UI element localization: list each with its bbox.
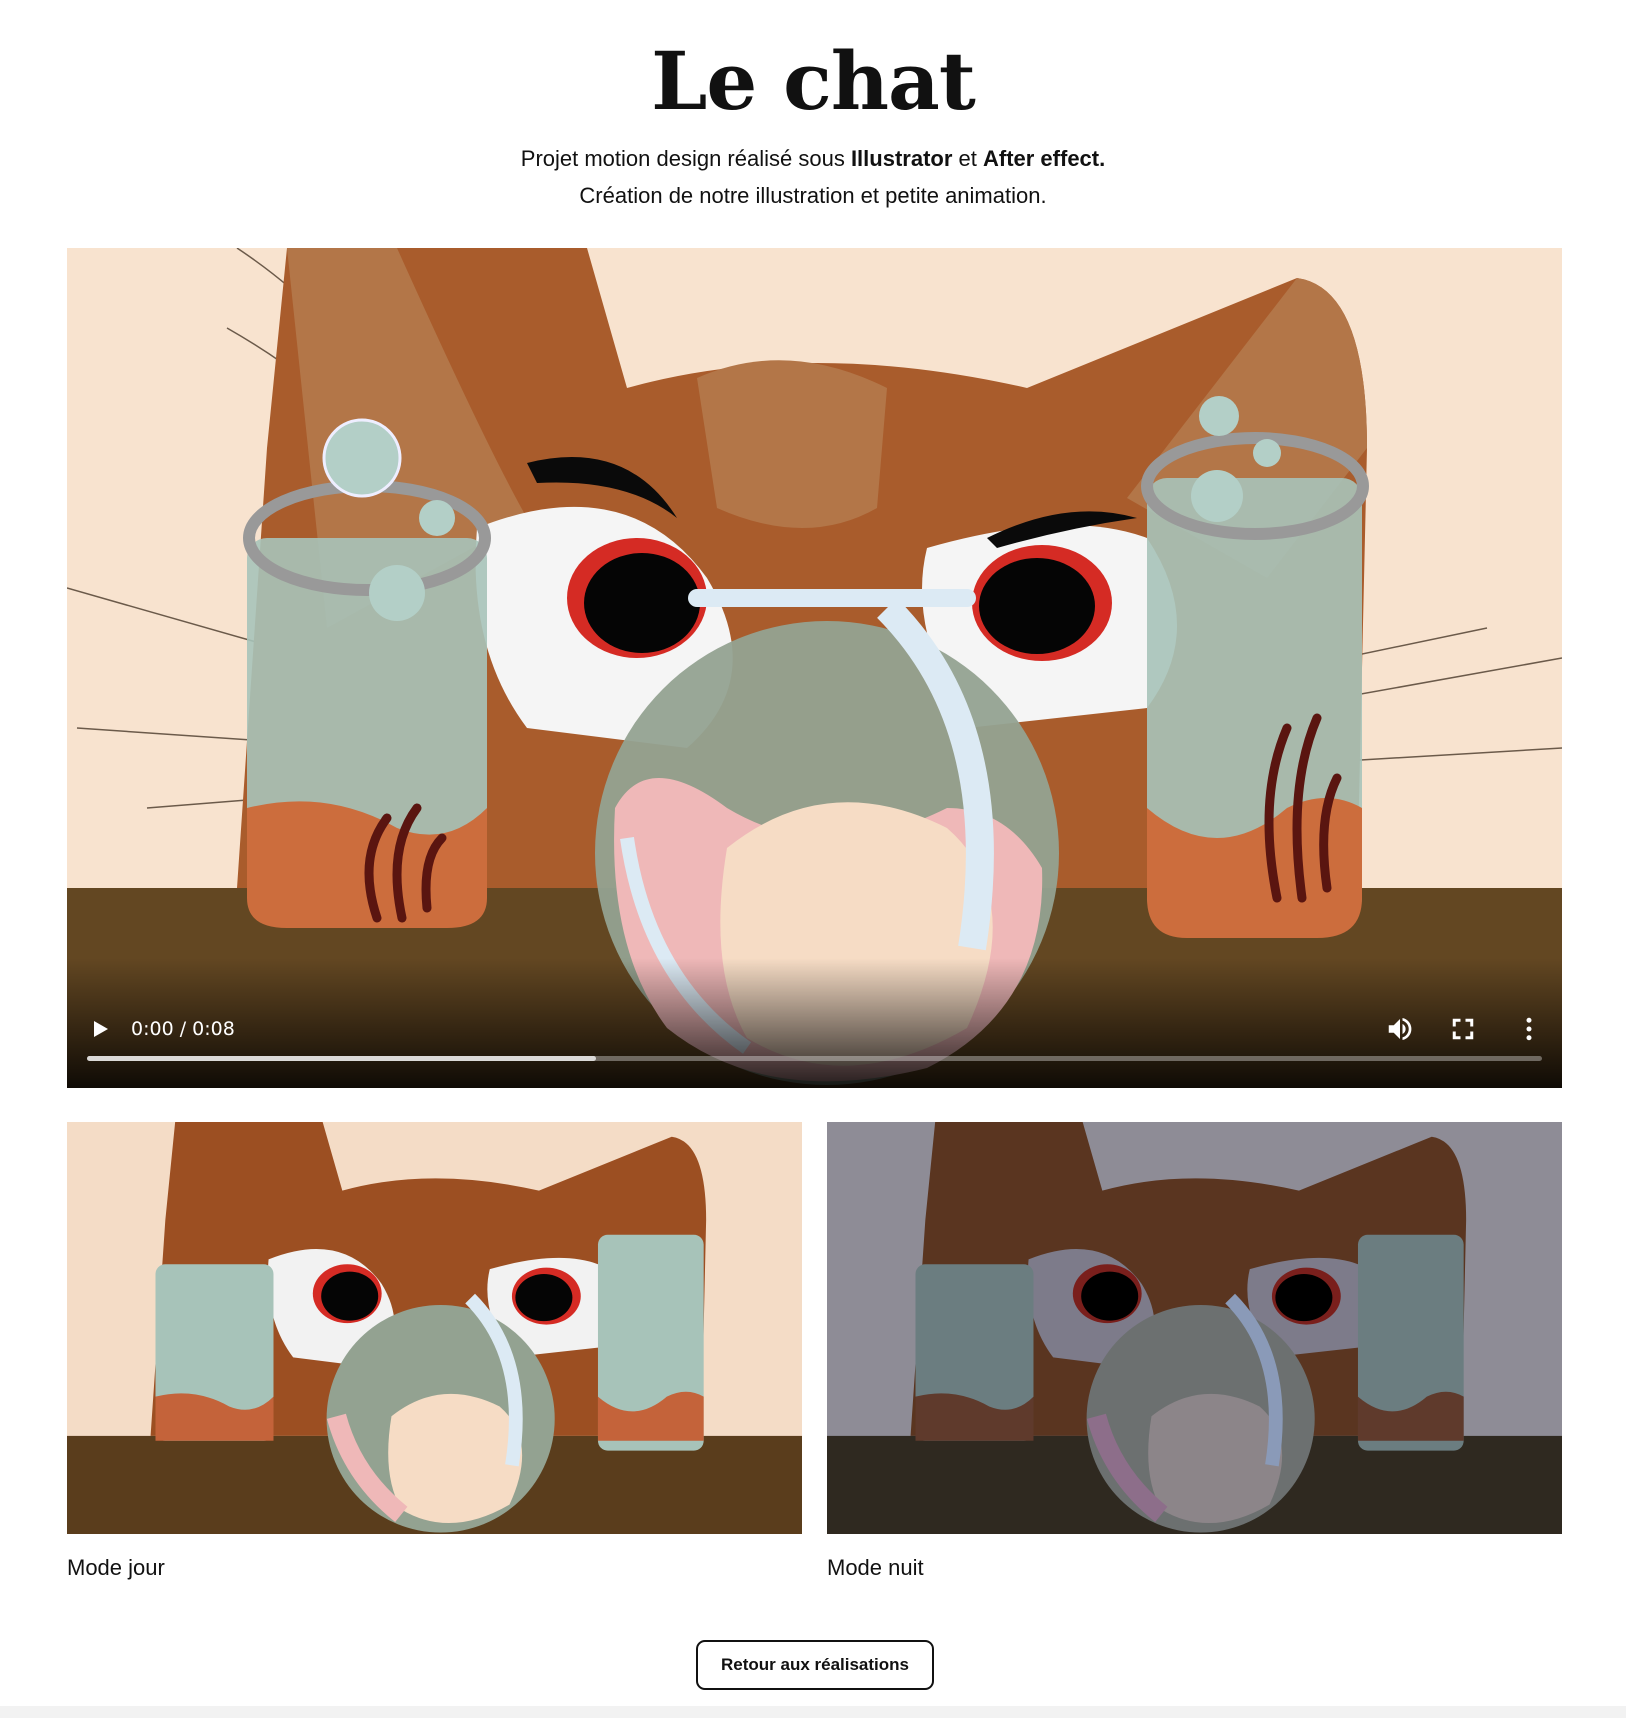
thumbnail-day-mode[interactable] (67, 1122, 802, 1534)
video-controls: 0:00 / 0:08 (67, 958, 1562, 1088)
more-options-icon[interactable] (1514, 1014, 1544, 1044)
video-player[interactable]: 0:00 / 0:08 (67, 248, 1562, 1088)
project-description: Projet motion design réalisé sous Illust… (0, 140, 1626, 214)
caption-day-mode: Mode jour (67, 1555, 165, 1580)
video-progress-bar[interactable] (87, 1056, 1542, 1061)
description-line-1: Projet motion design réalisé sous Illust… (0, 140, 1626, 177)
fullscreen-icon[interactable] (1448, 1014, 1478, 1044)
time-display: 0:00 / 0:08 (131, 1018, 235, 1040)
page-title: Le chat (651, 34, 976, 128)
description-text: et (952, 146, 983, 171)
description-text: Projet motion design réalisé sous (520, 146, 851, 171)
tool-after-effects: After effect. (982, 146, 1106, 171)
back-to-projects-button[interactable]: Retour aux réalisations (696, 1640, 934, 1690)
buffered-range (87, 1056, 597, 1061)
volume-icon[interactable] (1385, 1014, 1415, 1044)
play-icon[interactable] (87, 1016, 113, 1042)
cat-illustration-day (67, 1122, 802, 1534)
tool-illustrator: Illustrator (850, 146, 953, 171)
cat-illustration-night (827, 1122, 1562, 1534)
caption-night-mode: Mode nuit (827, 1555, 924, 1580)
page-footer-strip (0, 1706, 1626, 1718)
description-line-2: Création de notre illustration et petite… (579, 183, 1047, 208)
thumbnail-night-mode[interactable] (827, 1122, 1562, 1534)
